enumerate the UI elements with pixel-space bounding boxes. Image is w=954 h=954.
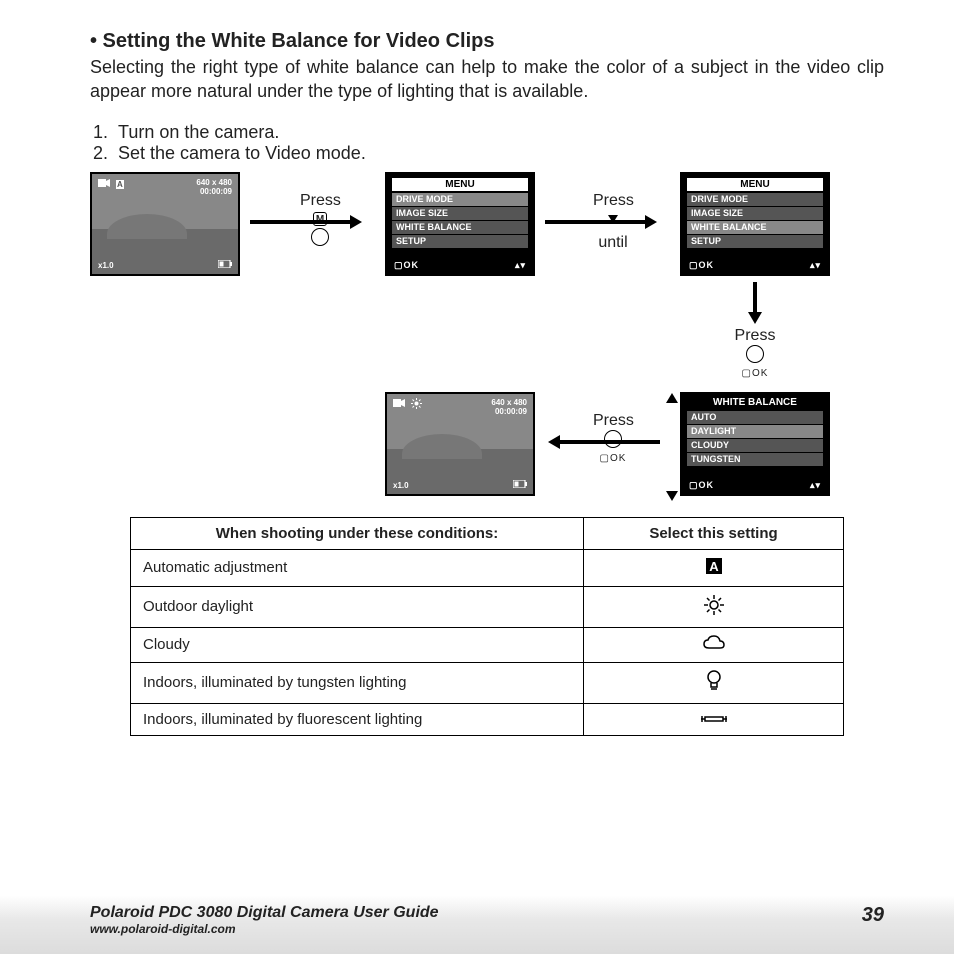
icon-cell bbox=[584, 586, 844, 627]
menu-item: WHITE BALANCE bbox=[687, 221, 823, 234]
table-row: Outdoor daylight bbox=[131, 586, 844, 627]
lcd-video-preview: A 640 x 480 00:00:09 x1.0 bbox=[90, 172, 240, 276]
step-num: 2. bbox=[90, 143, 118, 164]
lcd-menu-2: MENU DRIVE MODE IMAGE SIZE WHITE BALANCE… bbox=[680, 172, 830, 276]
section-heading: • Setting the White Balance for Video Cl… bbox=[90, 30, 884, 53]
button-icon bbox=[604, 430, 622, 448]
auto-wb-icon: A bbox=[116, 180, 124, 189]
fluorescent-icon bbox=[699, 711, 729, 728]
menu-item: CLOUDY bbox=[687, 439, 823, 452]
flow-diagram: A 640 x 480 00:00:09 x1.0 Press M MENU D… bbox=[90, 172, 884, 497]
auto-icon: A bbox=[705, 557, 723, 579]
condition-cell: Automatic adjustment bbox=[131, 549, 584, 586]
icon-cell bbox=[584, 627, 844, 662]
menu-item: IMAGE SIZE bbox=[392, 207, 528, 220]
menu-item: WHITE BALANCE bbox=[392, 221, 528, 234]
arrow-icon bbox=[250, 220, 350, 224]
svg-text:A: A bbox=[709, 559, 719, 574]
press-label: Press ▢OK bbox=[593, 412, 633, 464]
condition-cell: Indoors, illuminated by tungsten lightin… bbox=[131, 662, 584, 703]
condition-cell: Indoors, illuminated by fluorescent ligh… bbox=[131, 703, 584, 736]
arrow-icon bbox=[545, 220, 645, 224]
nav-icon: ▴▾ bbox=[810, 260, 821, 271]
table-row: Automatic adjustment A bbox=[131, 549, 844, 586]
up-triangle-icon bbox=[666, 390, 678, 408]
menu-item: DRIVE MODE bbox=[392, 193, 528, 206]
arrow-icon bbox=[753, 282, 757, 312]
icon-cell: A bbox=[584, 549, 844, 586]
table-row: Indoors, illuminated by fluorescent ligh… bbox=[131, 703, 844, 736]
condition-cell: Cloudy bbox=[131, 627, 584, 662]
wb-settings-table: When shooting under these conditions: Se… bbox=[90, 517, 884, 737]
menu-item: DRIVE MODE bbox=[687, 193, 823, 206]
press-label: Press ▢OK bbox=[730, 327, 780, 379]
cloud-icon bbox=[702, 635, 726, 655]
daylight-wb-icon bbox=[411, 398, 422, 412]
ok-label: ▢OK bbox=[689, 260, 714, 271]
step-text: Set the camera to Video mode. bbox=[118, 143, 366, 164]
table-row: Indoors, illuminated by tungsten lightin… bbox=[131, 662, 844, 703]
menu-title: WHITE BALANCE bbox=[687, 394, 823, 409]
lcd-wb-menu: WHITE BALANCE AUTO DAYLIGHT CLOUDY TUNGS… bbox=[680, 392, 830, 496]
table-header: Select this setting bbox=[584, 517, 844, 549]
icon-cell bbox=[584, 703, 844, 736]
zoom-level: x1.0 bbox=[98, 261, 114, 270]
resolution: 640 x 480 bbox=[196, 178, 232, 188]
page-number: 39 bbox=[862, 904, 884, 954]
ok-label: ▢OK bbox=[394, 260, 419, 271]
battery-icon bbox=[218, 260, 232, 270]
button-icon bbox=[311, 228, 329, 246]
rec-time: 00:00:09 bbox=[491, 407, 527, 417]
button-icon bbox=[746, 345, 764, 363]
video-icon bbox=[393, 398, 405, 411]
menu-title: MENU bbox=[392, 178, 528, 191]
table-header: When shooting under these conditions: bbox=[131, 517, 584, 549]
nav-icon: ▴▾ bbox=[810, 480, 821, 491]
condition-cell: Outdoor daylight bbox=[131, 586, 584, 627]
sun-icon bbox=[703, 594, 725, 620]
down-triangle-icon bbox=[666, 488, 678, 506]
menu-title: MENU bbox=[687, 178, 823, 191]
menu-item: SETUP bbox=[687, 235, 823, 248]
footer-title: Polaroid PDC 3080 Digital Camera User Gu… bbox=[90, 904, 439, 922]
menu-item: AUTO bbox=[687, 411, 823, 424]
battery-icon bbox=[513, 480, 527, 490]
rec-time: 00:00:09 bbox=[196, 187, 232, 197]
icon-cell bbox=[584, 662, 844, 703]
step-num: 1. bbox=[90, 122, 118, 143]
steps-list: 1.Turn on the camera. 2.Set the camera t… bbox=[90, 122, 884, 164]
step-text: Turn on the camera. bbox=[118, 122, 279, 143]
table-row: Cloudy bbox=[131, 627, 844, 662]
lcd-menu-1: MENU DRIVE MODE IMAGE SIZE WHITE BALANCE… bbox=[385, 172, 535, 276]
footer-url: www.polaroid-digital.com bbox=[90, 922, 439, 936]
menu-item: TUNGSTEN bbox=[687, 453, 823, 466]
video-icon bbox=[98, 178, 110, 191]
nav-icon: ▴▾ bbox=[515, 260, 526, 271]
zoom-level: x1.0 bbox=[393, 481, 409, 490]
intro-text: Selecting the right type of white balanc… bbox=[90, 55, 884, 104]
menu-item: IMAGE SIZE bbox=[687, 207, 823, 220]
menu-item: SETUP bbox=[392, 235, 528, 248]
menu-item: DAYLIGHT bbox=[687, 425, 823, 438]
lcd-video-preview-wb: 640 x 480 00:00:09 x1.0 bbox=[385, 392, 535, 496]
ok-label: ▢OK bbox=[689, 480, 714, 491]
arrow-icon bbox=[560, 440, 660, 444]
resolution: 640 x 480 bbox=[491, 398, 527, 408]
page-footer: Polaroid PDC 3080 Digital Camera User Gu… bbox=[0, 896, 954, 954]
bulb-icon bbox=[706, 670, 722, 696]
